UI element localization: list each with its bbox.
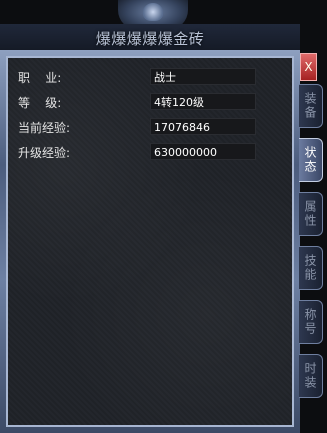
tab-fashion[interactable]: 时装 xyxy=(299,354,323,398)
window-title: 爆爆爆爆爆金砖 xyxy=(95,30,205,48)
stat-value: 战士 xyxy=(150,68,256,85)
stat-label: 职 业: xyxy=(18,71,62,85)
panel-body: 职 业: 战士 等 级: 4转120级 当前经验: 17076846 升级经验:… xyxy=(6,56,294,427)
stat-row-levelup-exp: 升级经验: 630000000 xyxy=(18,141,284,166)
stat-value: 17076846 xyxy=(150,118,256,135)
tab-equipment[interactable]: 装备 xyxy=(299,84,323,128)
stats-list: 职 业: 战士 等 级: 4转120级 当前经验: 17076846 升级经验:… xyxy=(18,66,284,166)
stat-label: 等 级: xyxy=(18,96,62,110)
tab-attributes[interactable]: 属性 xyxy=(299,192,323,236)
stat-row-current-exp: 当前经验: 17076846 xyxy=(18,116,284,141)
close-button[interactable]: X xyxy=(300,53,317,81)
stat-row-level: 等 级: 4转120级 xyxy=(18,91,284,116)
stat-value: 630000000 xyxy=(150,143,256,160)
side-tabs: 装备 状态 属性 技能 称号 时装 xyxy=(299,84,327,408)
tab-skills[interactable]: 技能 xyxy=(299,246,323,290)
stat-value: 4转120级 xyxy=(150,93,256,110)
character-panel: 职 业: 战士 等 级: 4转120级 当前经验: 17076846 升级经验:… xyxy=(0,50,300,433)
stat-label: 当前经验: xyxy=(18,121,71,135)
tab-titles[interactable]: 称号 xyxy=(299,300,323,344)
tab-status[interactable]: 状态 xyxy=(299,138,323,182)
stat-row-class: 职 业: 战士 xyxy=(18,66,284,91)
stat-label: 升级经验: xyxy=(18,146,71,160)
